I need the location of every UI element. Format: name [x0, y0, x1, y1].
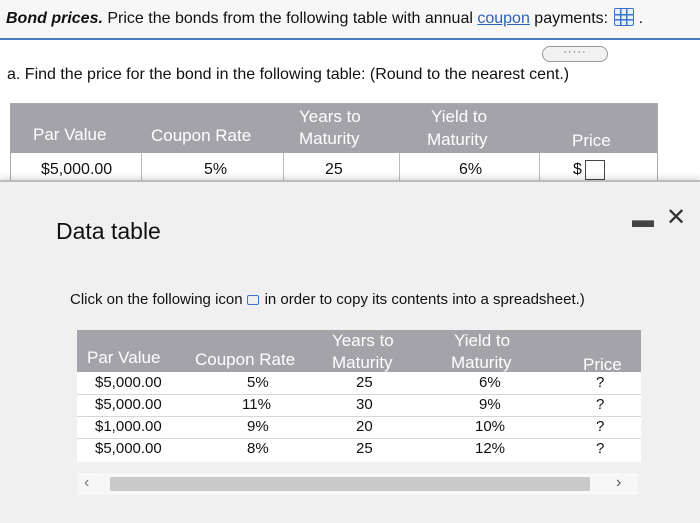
dt-coupon: 11%	[242, 396, 271, 413]
dt-header-years-to: Years to	[332, 331, 394, 350]
header-text-end: payments:	[529, 10, 609, 27]
horizontal-scrollbar[interactable]: ‹ ›	[78, 473, 638, 495]
dt-par: $5,000.00	[95, 374, 162, 391]
header-yield-to: Yield to	[431, 107, 488, 126]
dt-par: $5,000.00	[95, 440, 162, 457]
dt-price: ?	[596, 396, 605, 413]
dt-header-yield-to: Yield to	[454, 331, 511, 350]
dt-price: ?	[596, 440, 605, 457]
dt-coupon: 5%	[247, 374, 269, 391]
dt-coupon: 9%	[247, 418, 269, 435]
dt-par: $5,000.00	[95, 396, 162, 413]
header-coupon-rate: Coupon Rate	[151, 126, 252, 145]
table-row: $5,000.00 5% 25 6% ?	[77, 372, 641, 394]
dt-years: 25	[356, 440, 373, 457]
question-header: Bond prices. Price the bonds from the fo…	[0, 0, 700, 40]
par-value-cell: $5,000.00	[41, 161, 113, 178]
bond-table-header: Par Value Coupon Rate Years to Maturity …	[11, 104, 657, 153]
dt-header-yield-maturity: Maturity	[451, 353, 512, 372]
table-row: $5,000.00 8% 25 12% ?	[77, 438, 641, 460]
dt-years: 30	[356, 396, 373, 413]
dt-header-maturity: Maturity	[332, 353, 393, 372]
dt-yield: 12%	[475, 440, 506, 457]
dt-price: ?	[596, 374, 605, 391]
years-cell: 25	[325, 161, 343, 178]
minimize-icon[interactable]: ▬	[632, 209, 654, 231]
header-title: Bond prices.	[6, 10, 103, 27]
dt-yield: 6%	[479, 374, 501, 391]
chevron-right-icon[interactable]: ›	[616, 474, 621, 492]
table-row: $1,000.00 9% 20 10% ?	[77, 416, 641, 438]
scroll-thumb[interactable]	[110, 477, 590, 491]
copy-text-after: in order to copy its contents into a spr…	[264, 291, 585, 308]
header-yield-maturity: Maturity	[427, 130, 488, 149]
popup-title: Data table	[56, 218, 161, 244]
coupon-rate-cell: 5%	[204, 161, 228, 178]
bond-table: Par Value Coupon Rate Years to Maturity …	[10, 103, 658, 185]
header-period: .	[638, 10, 644, 27]
header-price: Price	[572, 131, 611, 150]
dt-header-coupon-rate: Coupon Rate	[195, 350, 296, 369]
yield-cell: 6%	[459, 161, 483, 178]
price-input[interactable]	[585, 160, 605, 180]
currency-symbol: $	[573, 161, 582, 178]
copy-instruction: Click on the following icon in order to c…	[70, 291, 585, 308]
dt-header-par-value: Par Value	[87, 348, 161, 367]
data-table-header: Par Value Coupon Rate Years to Maturity …	[77, 330, 641, 374]
dt-par: $1,000.00	[95, 418, 162, 435]
dt-yield: 9%	[479, 396, 501, 413]
header-years-to: Years to	[299, 107, 361, 126]
table-row: $5,000.00 11% 30 9% ?	[77, 394, 641, 416]
copy-icon[interactable]	[246, 295, 259, 305]
close-icon[interactable]: ✕	[666, 206, 686, 230]
dt-years: 25	[356, 374, 373, 391]
data-table: Par Value Coupon Rate Years to Maturity …	[77, 330, 641, 462]
more-button[interactable]: ·····	[542, 46, 608, 62]
spreadsheet-grid-icon[interactable]	[614, 8, 635, 26]
chevron-left-icon[interactable]: ‹	[84, 474, 89, 492]
header-text: Price the bonds from the following table…	[102, 10, 478, 27]
coupon-link[interactable]: coupon	[477, 10, 530, 27]
header-maturity: Maturity	[299, 129, 360, 148]
dt-coupon: 8%	[247, 440, 269, 457]
copy-text-before: Click on the following icon	[70, 291, 243, 308]
dt-yield: 10%	[475, 418, 506, 435]
dt-years: 20	[356, 418, 373, 435]
header-par-value: Par Value	[33, 125, 107, 144]
dt-price: ?	[596, 418, 605, 435]
question-text: a. Find the price for the bond in the fo…	[7, 66, 570, 83]
